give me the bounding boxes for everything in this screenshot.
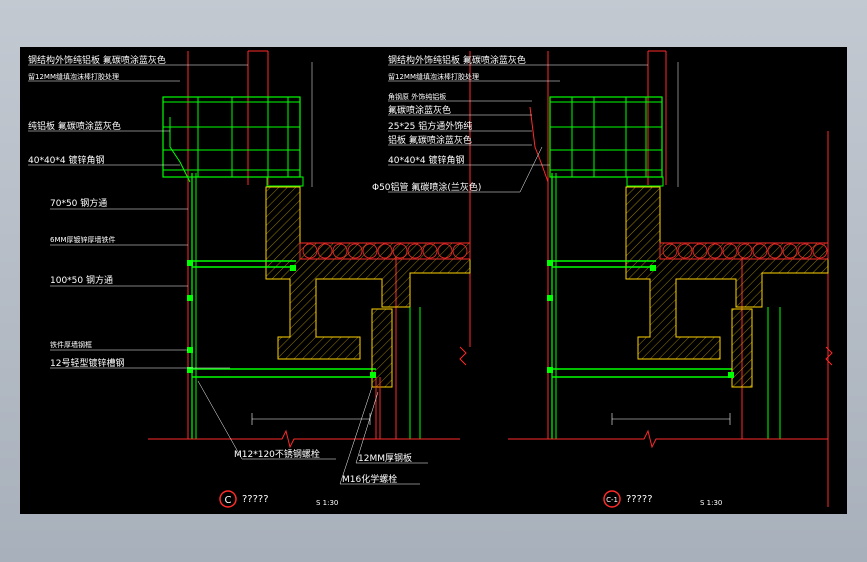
left-bottom-label-1: 12MM厚钢板 (358, 452, 412, 464)
left-label-8: 12号轻型镀锌槽钢 (50, 357, 124, 369)
left-label-3: 40*40*4 镀锌角钢 (28, 154, 105, 166)
right-label-5: 铝板 氟碳喷涂蓝灰色 (388, 134, 472, 146)
left-label-6: 100*50 钢方通 (50, 274, 113, 286)
right-detail-title: ????? (626, 494, 653, 505)
drawing-canvas: 钢结构外饰纯铝板 氟碳喷涂蓝灰色 留12MM缝填泡沫棒打胶处理 纯铝板 氟碳喷涂… (20, 47, 847, 514)
left-label-5: 6MM厚镀锌厚墙铁件 (50, 235, 116, 244)
right-label-2: 角钢原 外饰纯铝板 (388, 92, 446, 101)
right-label-1: 留12MM缝填泡沫棒打胶处理 (388, 72, 479, 81)
left-label-7: 铁件厚墙钢框 (50, 340, 92, 349)
left-bottom-label-2: M16化学螺栓 (342, 473, 397, 485)
left-detail-title: ????? (242, 494, 269, 505)
cad-drawing: 钢结构外饰纯铝板 氟碳喷涂蓝灰色 留12MM缝填泡沫棒打胶处理 纯铝板 氟碳喷涂… (28, 50, 833, 508)
right-label-0: 钢结构外饰纯铝板 氟碳喷涂蓝灰色 (388, 54, 526, 66)
left-detail-scale: S 1:30 (316, 499, 338, 507)
left-marker-text: C (225, 495, 232, 506)
right-label-7: Φ50铝管 氟碳喷涂(兰灰色) (372, 181, 481, 193)
detail-left: 钢结构外饰纯铝板 氟碳喷涂蓝灰色 留12MM缝填泡沫棒打胶处理 纯铝板 氟碳喷涂… (28, 50, 471, 508)
right-detail-scale: S 1:30 (700, 499, 722, 507)
right-marker-text: C-1 (606, 496, 618, 504)
right-label-3: 氟碳喷涂蓝灰色 (388, 104, 451, 116)
left-label-0: 钢结构外饰纯铝板 氟碳喷涂蓝灰色 (28, 54, 166, 66)
left-bottom-label-0: M12*120不锈钢螺栓 (234, 448, 320, 460)
right-label-6: 40*40*4 镀锌角钢 (388, 154, 465, 166)
left-label-1: 留12MM缝填泡沫棒打胶处理 (28, 72, 119, 81)
window-frame: 钢结构外饰纯铝板 氟碳喷涂蓝灰色 留12MM缝填泡沫棒打胶处理 纯铝板 氟碳喷涂… (0, 0, 867, 562)
left-label-4: 70*50 钢方通 (50, 197, 107, 209)
right-label-4: 25*25 铝方通外饰纯 (388, 120, 472, 132)
left-label-2: 纯铝板 氟碳喷涂蓝灰色 (28, 120, 121, 132)
